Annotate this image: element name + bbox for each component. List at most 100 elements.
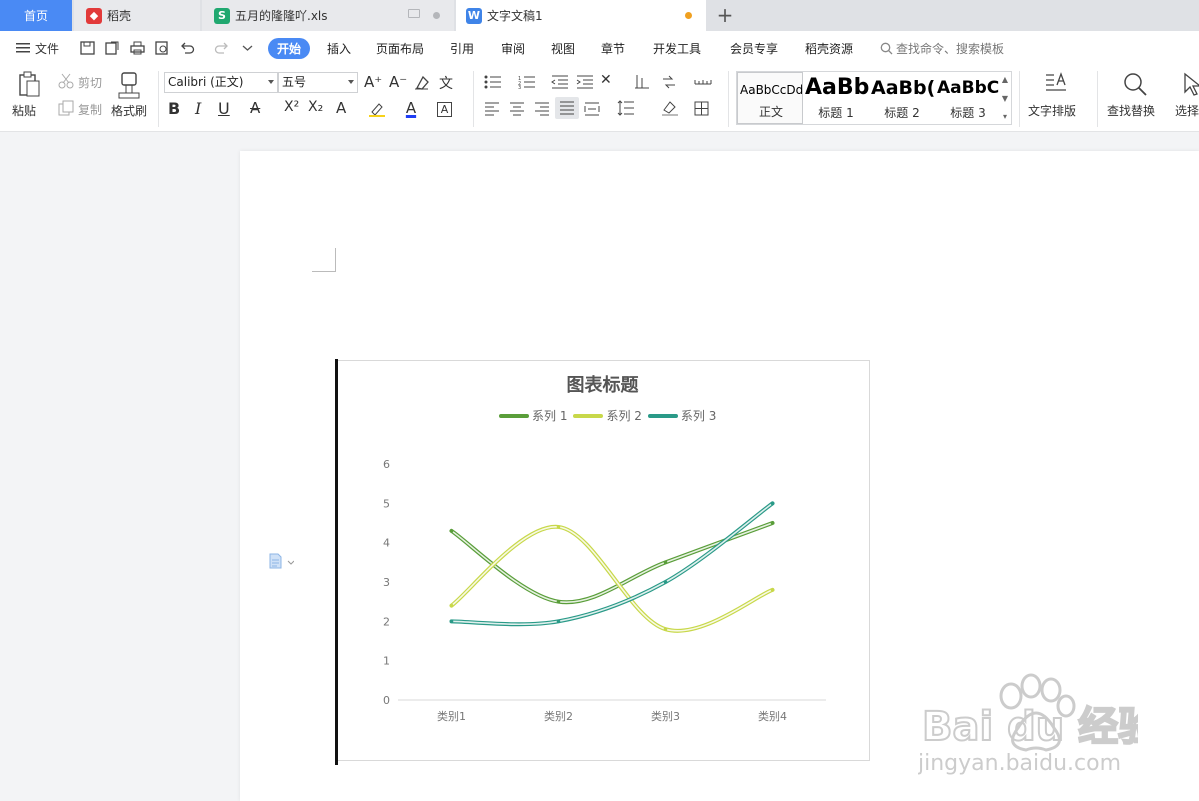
style-heading-3[interactable]: AaBbC 标题 3 xyxy=(935,72,1001,124)
text-direction-icon[interactable] xyxy=(634,74,650,90)
strikethrough-icon[interactable]: A xyxy=(250,99,260,117)
find-replace-button[interactable]: 查找替换 xyxy=(1107,102,1155,119)
paste-icon[interactable] xyxy=(17,71,41,99)
chevron-down-icon xyxy=(268,80,274,84)
format-painter-button[interactable]: 格式刷 xyxy=(111,102,147,119)
gallery-scroll[interactable]: ▲ ▼ ▾ xyxy=(999,72,1011,124)
copy-icon[interactable] xyxy=(58,100,74,116)
clear-format-icon[interactable] xyxy=(414,75,430,90)
increase-indent-icon[interactable] xyxy=(576,75,594,89)
shading-icon[interactable] xyxy=(661,100,679,116)
borders-icon[interactable] xyxy=(694,101,709,116)
monitor-icon[interactable] xyxy=(408,9,420,18)
chevron-down-icon xyxy=(348,80,354,84)
series-2-point xyxy=(663,627,668,631)
phonetic-guide-icon[interactable]: 文 xyxy=(439,73,453,93)
superscript-icon[interactable]: X² xyxy=(284,99,299,115)
tab-document-label: 文字文稿1 xyxy=(487,9,543,23)
tab-bar: 首页 ◆ 稻壳 S 五月的隆隆吖.xls W 文字文稿1 + xyxy=(0,0,1199,31)
customize-quick-access-icon[interactable] xyxy=(240,41,255,55)
style-normal[interactable]: AaBbCcDd 正文 xyxy=(737,72,803,124)
tab-document[interactable]: W 文字文稿1 xyxy=(456,0,706,31)
chart-container[interactable]: 图表标题 系列 1 系列 2 系列 3 0 1 2 3 4 5 6 类别1 类别2 类别3 类别4 xyxy=(335,359,870,765)
select-button[interactable]: 选择 xyxy=(1175,102,1199,119)
font-size-select[interactable]: 五号 xyxy=(278,72,358,93)
show-marks-icon[interactable] xyxy=(694,75,712,87)
align-center-icon[interactable] xyxy=(509,102,525,116)
series-3-point xyxy=(556,619,561,624)
distributed-icon[interactable] xyxy=(584,102,600,116)
export-pdf-icon[interactable] xyxy=(105,41,120,55)
margin-corner-mark xyxy=(312,248,336,272)
menu-start[interactable]: 开始 xyxy=(268,38,311,59)
bold-button[interactable]: B xyxy=(168,99,180,118)
print-preview-icon[interactable] xyxy=(155,41,170,55)
select-cursor-icon[interactable] xyxy=(1183,72,1199,96)
menu-review[interactable]: 审阅 xyxy=(501,40,525,57)
shrink-font-icon[interactable]: A⁻ xyxy=(389,73,407,91)
expand-gallery-icon[interactable]: ▾ xyxy=(1003,112,1007,121)
text-layout-icon[interactable] xyxy=(1044,72,1068,96)
menu-view[interactable]: 视图 xyxy=(551,40,575,57)
tab-daoke[interactable]: ◆ 稻壳 xyxy=(74,0,200,31)
tab-xls-file[interactable]: S 五月的隆隆吖.xls xyxy=(202,0,454,31)
tab-home[interactable]: 首页 xyxy=(0,0,72,31)
save-icon[interactable] xyxy=(80,41,95,55)
sort-icon[interactable] xyxy=(661,75,677,89)
y-tick-label: 3 xyxy=(383,576,390,589)
menu-page-layout[interactable]: 页面布局 xyxy=(376,40,424,57)
menu-insert[interactable]: 插入 xyxy=(327,40,351,57)
paste-button[interactable]: 粘贴 xyxy=(12,102,36,119)
series-line-1-outer xyxy=(449,521,775,605)
watermark-brand: Bai du 经验 xyxy=(922,704,1138,750)
highlight-icon[interactable] xyxy=(368,101,386,117)
font-color-icon[interactable]: A xyxy=(403,97,419,119)
spreadsheet-icon: S xyxy=(214,7,230,24)
justify-button[interactable] xyxy=(555,97,579,119)
style-heading-2[interactable]: AaBb( 标题 2 xyxy=(869,72,935,124)
print-icon[interactable] xyxy=(130,41,145,55)
paragraph-options-button[interactable] xyxy=(268,553,295,572)
chevron-down-icon[interactable]: ▼ xyxy=(1002,94,1008,103)
undo-icon[interactable] xyxy=(180,41,195,55)
tab-daoke-label: 稻壳 xyxy=(107,9,132,23)
command-search[interactable]: 查找命令、搜索模板 xyxy=(880,40,1004,57)
text-layout-button[interactable]: 文字排版 xyxy=(1028,102,1076,119)
align-right-icon[interactable] xyxy=(534,102,550,116)
y-tick-label: 6 xyxy=(383,458,390,471)
grow-font-icon[interactable]: A⁺ xyxy=(364,73,382,91)
file-menu[interactable]: 文件 xyxy=(16,31,59,65)
copy-button[interactable]: 复制 xyxy=(78,101,102,118)
font-family-select[interactable]: Calibri (正文) xyxy=(164,72,278,93)
chevron-up-icon[interactable]: ▲ xyxy=(1002,75,1008,84)
toolbar-divider xyxy=(1019,71,1020,127)
format-painter-icon[interactable] xyxy=(118,71,140,99)
text-effect-icon[interactable]: A xyxy=(336,99,346,117)
y-tick-label: 4 xyxy=(383,537,390,550)
line-spacing-icon[interactable] xyxy=(617,100,635,116)
menu-daoke-resources[interactable]: 稻壳资源 xyxy=(805,40,853,57)
cut-button[interactable]: 剪切 xyxy=(78,74,102,91)
menu-developer[interactable]: 开发工具 xyxy=(653,40,701,57)
series-3-point xyxy=(770,501,775,506)
underline-button[interactable]: U xyxy=(218,99,230,118)
writer-icon: W xyxy=(466,7,482,24)
subscript-icon[interactable]: X₂ xyxy=(308,99,323,115)
chinese-layout-icon[interactable]: ✕ xyxy=(600,72,612,88)
character-border-icon[interactable]: A xyxy=(437,102,452,117)
menu-references[interactable]: 引用 xyxy=(450,40,474,57)
italic-button[interactable]: I xyxy=(195,99,201,118)
chart-plot: 0 1 2 3 4 5 6 类别1 类别2 类别3 类别4 xyxy=(383,458,826,723)
redo-icon[interactable] xyxy=(214,41,229,55)
find-replace-icon[interactable] xyxy=(1123,72,1147,96)
menu-member[interactable]: 会员专享 xyxy=(730,40,778,57)
cut-icon[interactable] xyxy=(58,73,74,89)
align-left-icon[interactable] xyxy=(484,102,500,116)
menu-section[interactable]: 章节 xyxy=(601,40,625,57)
decrease-indent-icon[interactable] xyxy=(551,75,569,89)
bullets-icon[interactable] xyxy=(484,75,502,89)
series-1-point xyxy=(556,599,561,604)
new-tab-button[interactable]: + xyxy=(714,3,736,27)
numbering-icon[interactable]: 123 xyxy=(518,75,536,89)
style-heading-1[interactable]: AaBb 标题 1 xyxy=(803,72,869,124)
